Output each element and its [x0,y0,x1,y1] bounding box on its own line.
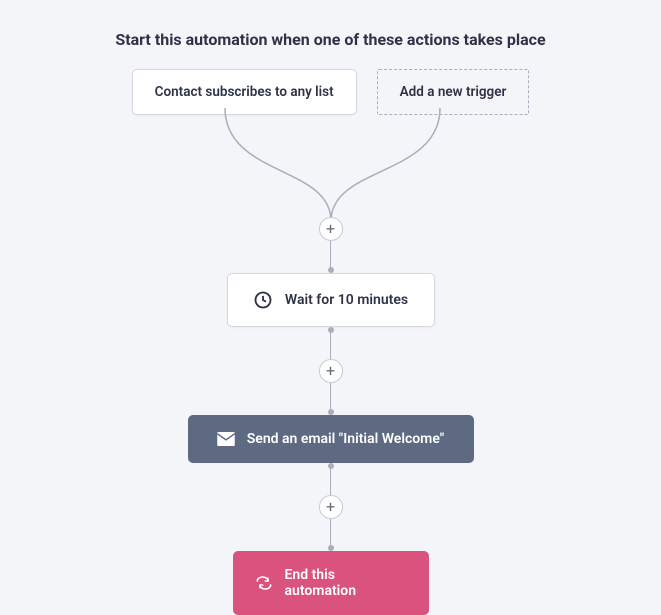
email-step[interactable]: Send an email "Initial Welcome" [188,415,474,463]
clock-icon [253,290,273,310]
repeat-icon [255,575,273,591]
wait-step-label: Wait for 10 minutes [285,292,408,308]
add-step-button[interactable]: + [319,359,343,383]
connector-dot [328,463,334,469]
email-icon [217,432,235,446]
add-trigger-button[interactable]: Add a new trigger [377,69,530,115]
trigger-card[interactable]: Contact subscribes to any list [132,69,357,115]
page-title: Start this automation when one of these … [0,0,661,69]
connector-dot [328,327,334,333]
add-step-button[interactable]: + [319,217,343,241]
end-step-label: End this automation [285,567,407,599]
email-step-label: Send an email "Initial Welcome" [247,431,445,447]
end-step[interactable]: End this automation [233,551,429,615]
wait-step[interactable]: Wait for 10 minutes [227,273,435,327]
add-step-button[interactable]: + [319,495,343,519]
